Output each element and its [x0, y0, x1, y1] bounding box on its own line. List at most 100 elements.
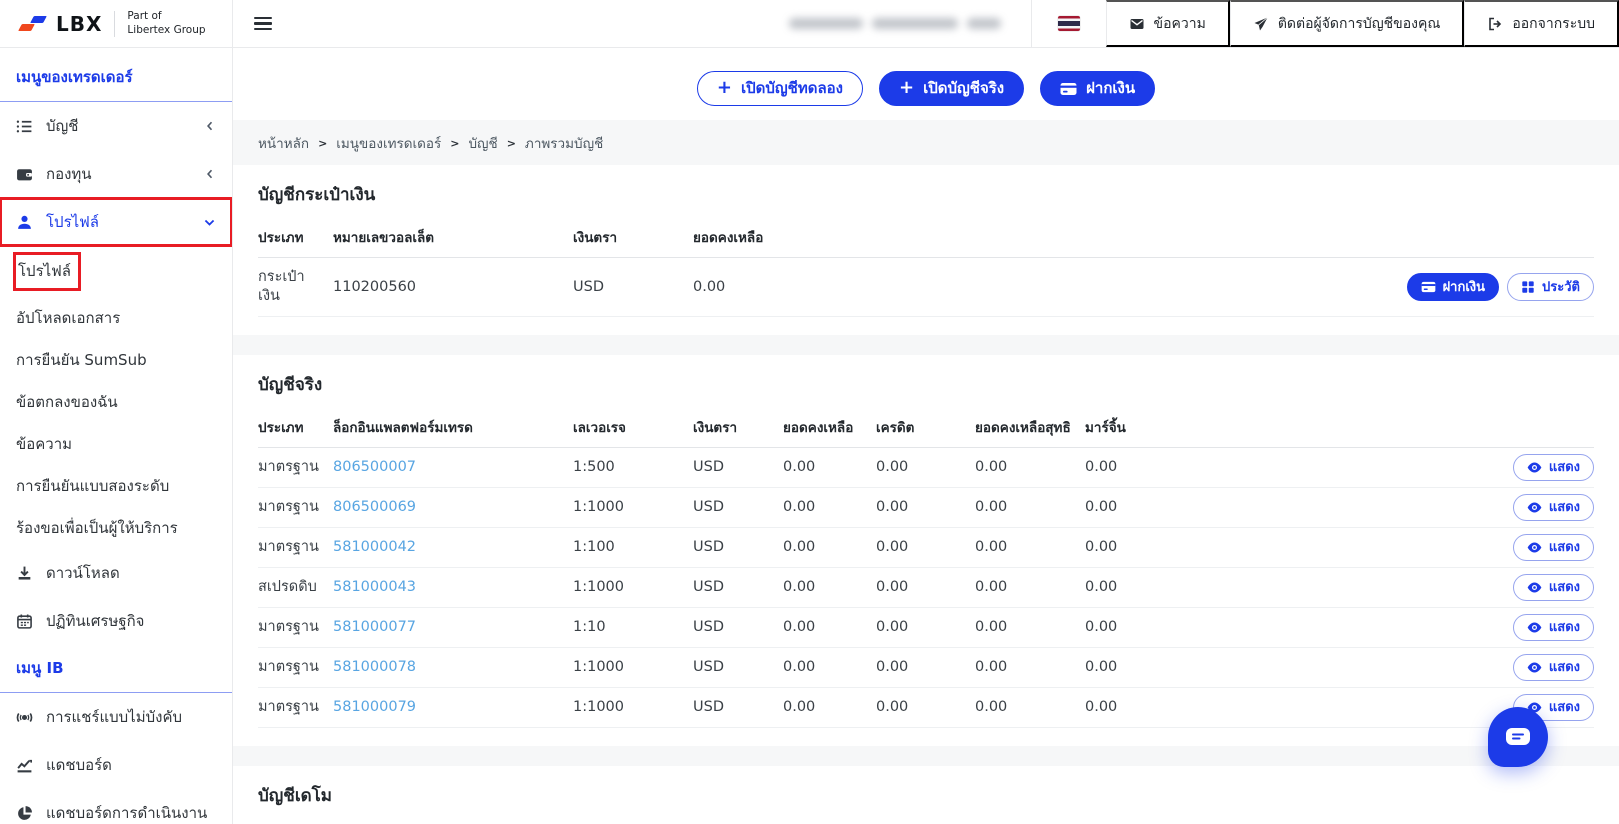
wallet-deposit-button[interactable]: ฝากเงิน — [1406, 273, 1500, 301]
show-account-button[interactable]: แสดง — [1512, 654, 1594, 681]
submenu-item-upload-documents[interactable]: อัปโหลดเอกสาร — [0, 297, 232, 339]
account-currency: USD — [693, 659, 724, 675]
account-margin: 0.00 — [1085, 499, 1118, 515]
chat-widget-button[interactable] — [1488, 707, 1548, 767]
account-margin: 0.00 — [1085, 459, 1118, 475]
header-right: ข้อความ ติดต่อผู้จัดการบัญชีของคุณ ออกจา… — [759, 0, 1619, 47]
chevron-left-icon — [204, 120, 216, 132]
list-icon — [16, 120, 32, 132]
section-title-wallet: บัญชีกระเป๋าเงิน — [258, 185, 376, 205]
menu-toggle-button[interactable] — [254, 15, 276, 33]
brand-name: LBX — [56, 11, 103, 36]
demo-accounts-section: บัญชีเดโม ประเภท ล็อกอินแพลตฟอร์มเทรด เล… — [233, 766, 1619, 824]
sidebar-item-dashboard[interactable]: แดชบอร์ด — [0, 741, 232, 789]
account-equity: 0.00 — [975, 659, 1008, 675]
table-row: มาตรฐาน 581000077 1:10 USD 0.00 0.00 0.0… — [258, 608, 1594, 648]
account-credit: 0.00 — [876, 579, 909, 595]
account-balance: 0.00 — [783, 579, 816, 595]
sidebar-item-economic-calendar[interactable]: ปฏิทินเศรษฐกิจ — [0, 597, 232, 645]
section-title-real: บัญชีจริง — [258, 375, 323, 395]
account-leverage: 1:100 — [573, 539, 615, 555]
show-account-button[interactable]: แสดง — [1512, 454, 1594, 481]
deposit-button[interactable]: ฝากเงิน — [1040, 71, 1156, 106]
sidebar-item-funds[interactable]: กองทุน — [0, 150, 232, 198]
account-type: มาตรฐาน — [258, 459, 319, 475]
open-demo-account-button[interactable]: เปิดบัญชีทดลอง — [696, 71, 863, 106]
account-type: มาตรฐาน — [258, 539, 319, 555]
referral-share-icon — [16, 712, 33, 722]
wallet-accounts-section: บัญชีกระเป๋าเงิน ประเภท หมายเลขวอลเล็ต เ… — [233, 165, 1619, 335]
account-type: มาตรฐาน — [258, 699, 319, 715]
account-currency: USD — [693, 499, 724, 515]
open-real-account-button[interactable]: เปิดบัญชีจริง — [878, 71, 1025, 106]
card-icon — [1421, 281, 1435, 293]
account-currency: USD — [693, 539, 724, 555]
language-selector[interactable] — [1030, 0, 1106, 47]
contact-manager-button[interactable]: ติดต่อผู้จัดการบัญชีของคุณ — [1229, 0, 1465, 47]
account-credit: 0.00 — [876, 459, 909, 475]
card-icon — [1060, 82, 1077, 95]
eye-icon — [1527, 502, 1542, 513]
sidebar-item-downloads[interactable]: ดาวน์โหลด — [0, 549, 232, 597]
breadcrumb-account-overview: ภาพรวมบัญชี — [524, 136, 604, 152]
account-login-link[interactable]: 581000079 — [333, 698, 573, 717]
account-actions-bar: เปิดบัญชีทดลอง เปิดบัญชีจริง ฝากเงิน — [233, 48, 1619, 120]
brand-tagline: Part of Libertex Group — [127, 9, 206, 36]
account-login-link[interactable]: 581000078 — [333, 658, 573, 677]
logout-button[interactable]: ออกจากระบบ — [1464, 0, 1619, 47]
table-row: มาตรฐาน 806500069 1:1000 USD 0.00 0.00 0… — [258, 488, 1594, 528]
show-account-button[interactable]: แสดง — [1512, 574, 1594, 601]
account-balance: 0.00 — [783, 459, 816, 475]
chevron-down-icon — [203, 216, 216, 229]
account-credit: 0.00 — [876, 659, 909, 675]
breadcrumb-trader-menu[interactable]: เมนูของเทรดเดอร์ — [336, 132, 441, 154]
submenu-item-my-agreements[interactable]: ข้อตกลงของฉัน — [0, 381, 232, 423]
sidebar-item-accounts[interactable]: บัญชี — [0, 102, 232, 150]
account-margin: 0.00 — [1085, 539, 1118, 555]
breadcrumb-accounts[interactable]: บัญชี — [468, 132, 497, 154]
show-account-button[interactable]: แสดง — [1512, 534, 1594, 561]
section-title-demo: บัญชีเดโม — [258, 786, 333, 806]
breadcrumb: หน้าหลัก เมนูของเทรดเดอร์ บัญชี ภาพรวมบั… — [233, 120, 1619, 165]
account-currency: USD — [693, 579, 724, 595]
show-account-button[interactable]: แสดง — [1512, 494, 1594, 521]
plus-icon — [717, 81, 732, 96]
app-window: { "brand": {"name": "LBX", "tagline1": "… — [0, 0, 1619, 824]
account-login-link[interactable]: 806500069 — [333, 498, 573, 517]
account-leverage: 1:1000 — [573, 499, 625, 515]
wallet-row: กระเป๋าเงิน 110200560 USD 0.00 ฝากเงิน ป… — [258, 258, 1594, 317]
table-row: มาตรฐาน 581000042 1:100 USD 0.00 0.00 0.… — [258, 528, 1594, 568]
account-login-link[interactable]: 806500007 — [333, 458, 573, 477]
messages-button[interactable]: ข้อความ — [1105, 0, 1230, 47]
sidebar-section-trader-menu: เมนูของเทรดเดอร์ — [0, 54, 232, 102]
chart-line-icon — [17, 759, 32, 772]
eye-icon — [1527, 542, 1542, 553]
submenu-item-messages[interactable]: ข้อความ — [0, 423, 232, 465]
eye-icon — [1527, 462, 1542, 473]
submenu-item-request-provider[interactable]: ร้องขอเพื่อเป็นผู้ให้บริการ — [0, 507, 232, 549]
wallet-type: กระเป๋าเงิน — [258, 269, 305, 304]
sidebar-item-operations-dashboard[interactable]: แดชบอร์ดการดำเนินงาน — [0, 789, 232, 824]
submenu-item-profile[interactable]: โปรไฟล์ — [0, 246, 232, 297]
account-login-link[interactable]: 581000042 — [333, 538, 573, 557]
wallet-history-button[interactable]: ประวัติ — [1507, 273, 1594, 301]
sidebar-item-voluntary-sharing[interactable]: การแชร์แบบไม่บังคับ — [0, 693, 232, 741]
breadcrumb-home[interactable]: หน้าหลัก — [258, 132, 309, 154]
account-balance: 0.00 — [783, 699, 816, 715]
submenu-item-two-factor[interactable]: การยืนยันแบบสองระดับ — [0, 465, 232, 507]
account-login-link[interactable]: 581000043 — [333, 578, 573, 597]
table-row: มาตรฐาน 806500007 1:500 USD 0.00 0.00 0.… — [258, 448, 1594, 488]
wallet-icon — [17, 168, 32, 180]
breadcrumb-separator — [318, 137, 327, 150]
logo-divider — [114, 10, 116, 37]
submenu-item-sumsub-verification[interactable]: การยืนยัน SumSub — [0, 339, 232, 381]
show-account-button[interactable]: แสดง — [1512, 614, 1594, 641]
envelope-icon — [1130, 18, 1144, 29]
account-login-link[interactable]: 581000077 — [333, 618, 573, 637]
sidebar-section-ib-menu: เมนู IB — [0, 645, 232, 693]
sidebar-item-profile[interactable]: โปรไฟล์ — [0, 197, 232, 247]
brand-logo[interactable]: LBX Part of Libertex Group — [0, 0, 233, 47]
account-leverage: 1:1000 — [573, 659, 625, 675]
paper-plane-icon — [1254, 16, 1268, 30]
account-currency: USD — [693, 619, 724, 635]
